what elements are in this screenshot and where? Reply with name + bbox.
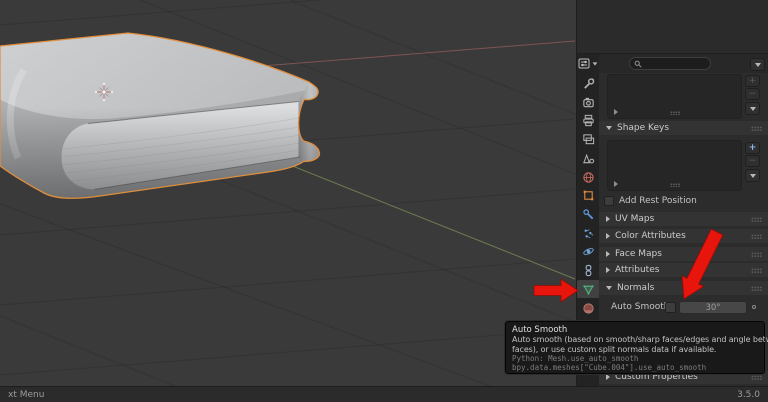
tab-world[interactable] [577, 168, 599, 186]
filter-expand-icon[interactable] [614, 181, 618, 187]
tab-render[interactable] [577, 93, 599, 111]
tab-particles[interactable] [577, 224, 599, 242]
auto-smooth-label: Auto Smooth [611, 302, 669, 312]
list-grip-icon[interactable] [670, 183, 680, 187]
scene-icon [582, 152, 595, 165]
tooltip-body-line1: Auto smooth (based on smooth/sharp faces… [512, 335, 758, 345]
book-object[interactable] [0, 33, 320, 198]
caret-right-icon [606, 251, 610, 257]
viewport-3d[interactable] [0, 0, 576, 386]
tab-tool[interactable] [577, 74, 599, 92]
list-remove-button[interactable]: − [745, 88, 760, 100]
tab-constraints[interactable] [577, 261, 599, 279]
shape-keys-list[interactable] [607, 140, 742, 191]
auto-smooth-tooltip: Auto Smooth Auto smooth (based on smooth… [505, 321, 765, 374]
auto-smooth-angle-field[interactable]: 30° [679, 301, 747, 314]
modifiers-icon [582, 208, 595, 221]
filter-expand-icon[interactable] [614, 109, 618, 115]
editor-type-selector-icon [578, 58, 592, 69]
section-shape-keys[interactable]: Shape Keys [599, 121, 768, 135]
editor-type-selector[interactable] [578, 56, 599, 71]
tab-modifiers[interactable] [577, 205, 599, 223]
grip-icon [751, 252, 762, 257]
version-label: 3.5.0 [737, 390, 760, 400]
chevron-down-icon [593, 62, 598, 65]
add-rest-position-checkbox[interactable] [604, 196, 614, 206]
auto-smooth-checkbox[interactable] [665, 302, 676, 313]
list-grip-icon[interactable] [670, 111, 680, 115]
caret-right-icon [606, 374, 610, 380]
shape-key-add-button[interactable]: + [745, 142, 760, 154]
status-bar: xt Menu 3.5.0 [0, 386, 768, 402]
list-add-button[interactable]: + [745, 75, 760, 87]
tooltip-python-line1: Python: Mesh.use_auto_smooth [512, 354, 758, 363]
caret-down-icon [606, 286, 612, 290]
chevron-down-icon [750, 107, 756, 111]
status-left-text: xt Menu [8, 390, 44, 400]
object-icon [582, 189, 595, 202]
grip-icon [751, 126, 762, 131]
search-icon [634, 60, 642, 68]
section-uv-maps[interactable]: UV Maps [599, 212, 768, 226]
constraints-icon [582, 264, 595, 277]
grip-icon [751, 375, 762, 380]
panel-options-button[interactable] [750, 58, 765, 71]
blender-window: + − Shape Keys + − Add Rest Positio [0, 0, 768, 402]
tool-icon [582, 77, 595, 90]
animate-decorator-icon[interactable] [752, 305, 756, 309]
grip-icon [751, 217, 762, 222]
particles-icon [582, 227, 595, 240]
physics-icon [582, 245, 595, 258]
object-data-icon [582, 283, 595, 296]
chevron-down-icon [750, 174, 756, 178]
tab-material[interactable] [577, 299, 599, 317]
section-face-maps[interactable]: Face Maps [599, 247, 768, 261]
tab-object[interactable] [577, 186, 599, 204]
grip-icon [751, 234, 762, 239]
grip-icon [751, 286, 762, 291]
add-rest-position-label: Add Rest Position [619, 196, 697, 206]
output-icon [582, 114, 595, 127]
vertex-groups-list[interactable] [607, 74, 742, 119]
tooltip-body-line2: faces), or use custom split normals data… [512, 345, 758, 355]
section-normals[interactable]: Normals [599, 281, 768, 295]
chevron-down-icon [755, 63, 761, 67]
search-input[interactable] [629, 57, 711, 70]
shape-key-specials-button[interactable] [745, 169, 760, 182]
grip-icon [751, 268, 762, 273]
tab-output[interactable] [577, 111, 599, 129]
tab-view-layer[interactable] [577, 130, 599, 148]
view-layer-icon [582, 133, 595, 146]
tab-physics[interactable] [577, 242, 599, 260]
render-icon [582, 96, 595, 109]
tooltip-python-line2: bpy.data.meshes["Cube.004"].use_auto_smo… [512, 363, 758, 372]
outliner-area[interactable] [576, 0, 768, 54]
caret-right-icon [606, 233, 610, 239]
tab-scene[interactable] [577, 149, 599, 167]
list-specials-button[interactable] [745, 102, 760, 115]
tooltip-title: Auto Smooth [512, 325, 758, 335]
world-icon [582, 171, 595, 184]
caret-right-icon [606, 267, 610, 273]
tab-object-data[interactable] [577, 280, 599, 298]
section-attributes[interactable]: Attributes [599, 263, 768, 277]
caret-right-icon [606, 216, 610, 222]
section-color-attributes[interactable]: Color Attributes [599, 229, 768, 243]
shape-key-remove-button[interactable]: − [745, 155, 760, 167]
caret-down-icon [606, 126, 612, 130]
material-icon [582, 302, 595, 315]
